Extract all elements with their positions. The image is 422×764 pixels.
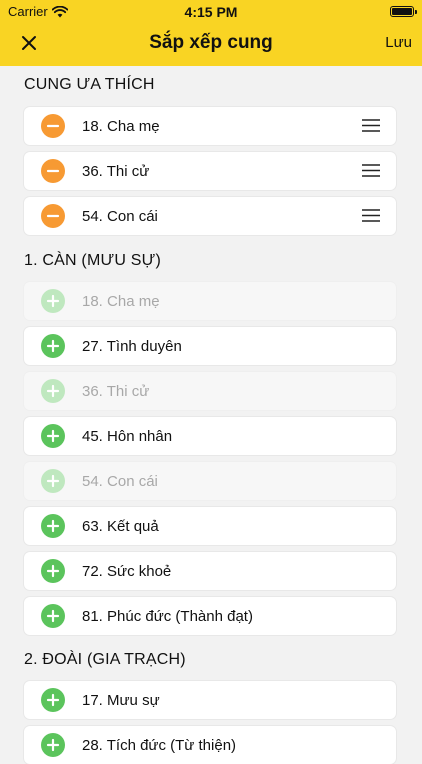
list-item: 72. Sức khoẻ	[24, 552, 396, 590]
plus-icon	[46, 693, 60, 707]
list-item: 17. Mưu sự	[24, 681, 396, 719]
add-button[interactable]	[41, 379, 65, 403]
favorite-row: 54. Con cái	[24, 197, 396, 235]
add-button[interactable]	[41, 559, 65, 583]
remove-button[interactable]	[41, 204, 65, 228]
list-item-label: 45. Hôn nhân	[82, 428, 173, 445]
add-button[interactable]	[41, 424, 65, 448]
list-item: 63. Kết quả	[24, 507, 396, 545]
drag-handle-icon[interactable]	[362, 119, 380, 132]
favorite-label: 54. Con cái	[82, 208, 158, 225]
list-item-label: 36. Thi cử	[82, 383, 150, 400]
list-item-label: 27. Tình duyên	[82, 338, 182, 355]
plus-icon	[46, 339, 60, 353]
section-header: 1. CÀN (MƯU SỰ)	[24, 252, 161, 269]
list-item: 36. Thi cử	[24, 372, 396, 410]
minus-icon	[46, 124, 60, 128]
add-button[interactable]	[41, 604, 65, 628]
favorite-label: 36. Thi cử	[82, 163, 150, 180]
list-item: 81. Phúc đức (Thành đạt)	[24, 597, 396, 635]
status-bar: Carrier 4:15 PM	[0, 0, 422, 22]
plus-icon	[46, 429, 60, 443]
list-item-label: 54. Con cái	[82, 473, 158, 490]
list-item-label: 17. Mưu sự	[82, 692, 160, 709]
list-item: 54. Con cái	[24, 462, 396, 500]
save-button[interactable]: Lưu	[385, 34, 412, 51]
navigation-bar: Sắp xếp cung Lưu	[0, 22, 422, 66]
plus-icon	[46, 564, 60, 578]
add-button[interactable]	[41, 469, 65, 493]
remove-button[interactable]	[41, 159, 65, 183]
list-item: 45. Hôn nhân	[24, 417, 396, 455]
top-bar: Carrier 4:15 PM Sắp xếp cung Lưu	[0, 0, 422, 66]
plus-icon	[46, 474, 60, 488]
add-button[interactable]	[41, 334, 65, 358]
list-item-label: 28. Tích đức (Từ thiện)	[82, 737, 237, 754]
add-button[interactable]	[41, 688, 65, 712]
list-item: 18. Cha mẹ	[24, 282, 396, 320]
section-header-favorites: CUNG ƯA THÍCH	[24, 76, 155, 93]
add-button[interactable]	[41, 733, 65, 757]
list-item-label: 63. Kết quả	[82, 518, 159, 535]
list-item: 27. Tình duyên	[24, 327, 396, 365]
plus-icon	[46, 609, 60, 623]
add-button[interactable]	[41, 514, 65, 538]
add-button[interactable]	[41, 289, 65, 313]
page-title: Sắp xếp cung	[149, 32, 273, 53]
drag-handle-icon[interactable]	[362, 209, 380, 222]
remove-button[interactable]	[41, 114, 65, 138]
list-item-label: 81. Phúc đức (Thành đạt)	[82, 608, 253, 625]
list-item-label: 18. Cha mẹ	[82, 293, 160, 310]
favorite-label: 18. Cha mẹ	[82, 118, 160, 135]
drag-handle-icon[interactable]	[362, 164, 380, 177]
plus-icon	[46, 294, 60, 308]
battery-icon	[390, 6, 417, 17]
plus-icon	[46, 384, 60, 398]
status-time: 4:15 PM	[184, 4, 238, 20]
section-header: 2. ĐOÀI (GIA TRẠCH)	[24, 651, 186, 668]
minus-icon	[46, 169, 60, 173]
list-item-label: 72. Sức khoẻ	[82, 563, 172, 580]
favorite-row: 36. Thi cử	[24, 152, 396, 190]
favorite-row: 18. Cha mẹ	[24, 107, 396, 145]
list-item: 28. Tích đức (Từ thiện)	[24, 726, 396, 764]
plus-icon	[46, 519, 60, 533]
minus-icon	[46, 214, 60, 218]
